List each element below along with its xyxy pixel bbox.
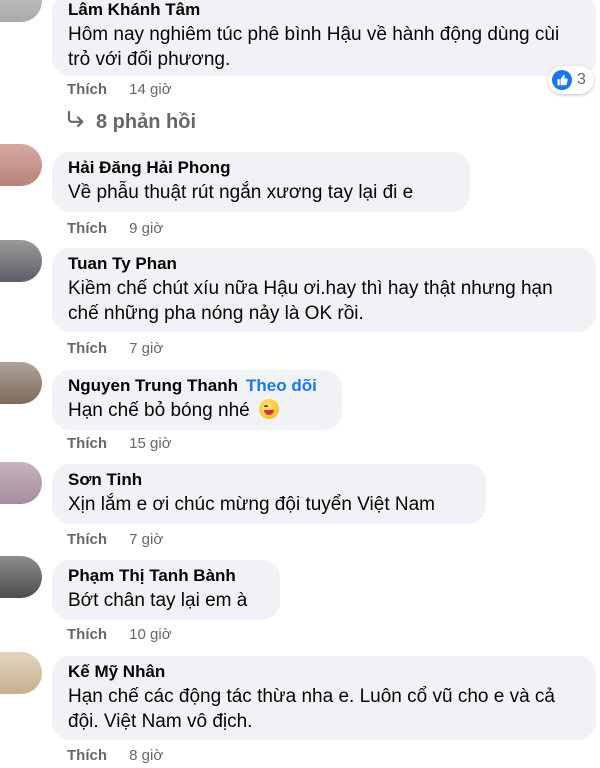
reaction-summary[interactable]: 3 — [548, 66, 594, 94]
comment-author-line: Nguyen Trung Thanh Theo dõi — [68, 376, 326, 396]
avatar[interactable] — [0, 0, 42, 22]
comment-actions: Thích 7 giờ — [67, 531, 163, 548]
comment-bubble: Tuan Ty Phan Kiềm chế chút xíu nữa Hậu ơ… — [52, 248, 596, 332]
comment-timestamp[interactable]: 7 giờ — [129, 531, 163, 548]
avatar[interactable] — [0, 556, 42, 598]
winking-tongue-emoji — [259, 399, 279, 419]
comment-bubble: Phạm Thị Tanh Bành Bớt chân tay lại em à — [52, 560, 280, 620]
comment-timestamp[interactable]: 8 giờ — [129, 747, 163, 764]
comment-actions: Thích 7 giờ — [67, 340, 163, 357]
reply-arrow-icon — [66, 110, 86, 134]
comment-actions: Thích 15 giờ — [67, 435, 172, 452]
avatar[interactable] — [0, 240, 42, 282]
like-button[interactable]: Thích — [67, 81, 107, 98]
comment-text: Hôm nay nghiêm túc phê bình Hậu về hành … — [68, 24, 560, 70]
comment-actions: Thích 14 giờ — [67, 81, 172, 98]
comment-text: Về phẫu thuật rút ngắn xương tay lại đi … — [68, 182, 414, 203]
comment-timestamp[interactable]: 7 giờ — [129, 340, 163, 357]
replies-label: 8 phản hồi — [96, 110, 196, 133]
comment-text: Xịn lắm e ơi chúc mừng đội tuyển Việt Na… — [68, 494, 435, 515]
comment-bubble: Nguyen Trung Thanh Theo dõi Hạn chế bỏ bó… — [52, 370, 342, 430]
avatar[interactable] — [0, 652, 42, 694]
comment-text: Bớt chân tay lại em à — [68, 590, 248, 611]
comment-bubble: Kế Mỹ Nhân Hạn chế các động tác thừa nha… — [52, 656, 596, 740]
comment-text: Hạn chế bỏ bóng nhé — [68, 400, 250, 421]
avatar[interactable] — [0, 144, 42, 186]
avatar[interactable] — [0, 462, 42, 504]
comment-author[interactable]: Lâm Khánh Tâm — [68, 0, 580, 20]
comment-author[interactable]: Kế Mỹ Nhân — [68, 662, 580, 682]
like-icon — [552, 70, 572, 90]
like-button[interactable]: Thích — [67, 220, 107, 237]
comment-timestamp[interactable]: 14 giờ — [129, 81, 171, 98]
avatar[interactable] — [0, 362, 42, 404]
comment-text: Kiềm chế chút xíu nữa Hậu ơi.hay thì hay… — [68, 278, 553, 324]
like-button[interactable]: Thích — [67, 747, 107, 764]
comment-text: Hạn chế các động tác thừa nha e. Luôn cổ… — [68, 686, 555, 732]
comment-timestamp[interactable]: 9 giờ — [129, 220, 163, 237]
view-replies-link[interactable]: 8 phản hồi — [66, 110, 196, 134]
comment-author[interactable]: Tuan Ty Phan — [68, 254, 580, 274]
comment-bubble: Lâm Khánh Tâm Hôm nay nghiêm túc phê bìn… — [52, 0, 596, 76]
comment-author[interactable]: Sơn Tinh — [68, 470, 470, 490]
comment-author[interactable]: Nguyen Trung Thanh — [68, 376, 238, 395]
comment-timestamp[interactable]: 10 giờ — [129, 626, 171, 643]
comment-actions: Thích 8 giờ — [67, 747, 163, 764]
like-button[interactable]: Thích — [67, 531, 107, 548]
reaction-count: 3 — [577, 71, 586, 88]
comment-author[interactable]: Hải Đăng Hải Phong — [68, 158, 454, 178]
comments-panel: Lâm Khánh Tâm Hôm nay nghiêm túc phê bìn… — [0, 0, 600, 768]
like-button[interactable]: Thích — [67, 340, 107, 357]
comment-actions: Thích 9 giờ — [67, 220, 163, 237]
comment-timestamp[interactable]: 15 giờ — [129, 435, 171, 452]
like-button[interactable]: Thích — [67, 626, 107, 643]
comment-bubble: Hải Đăng Hải Phong Về phẫu thuật rút ngắ… — [52, 152, 470, 212]
comment-author[interactable]: Phạm Thị Tanh Bành — [68, 566, 264, 586]
like-button[interactable]: Thích — [67, 435, 107, 452]
comment-bubble: Sơn Tinh Xịn lắm e ơi chúc mừng đội tuyể… — [52, 464, 486, 524]
comment-text-line: Hạn chế bỏ bóng nhé — [68, 398, 326, 423]
follow-link[interactable]: Theo dõi — [246, 376, 317, 395]
comment-actions: Thích 10 giờ — [67, 626, 172, 643]
